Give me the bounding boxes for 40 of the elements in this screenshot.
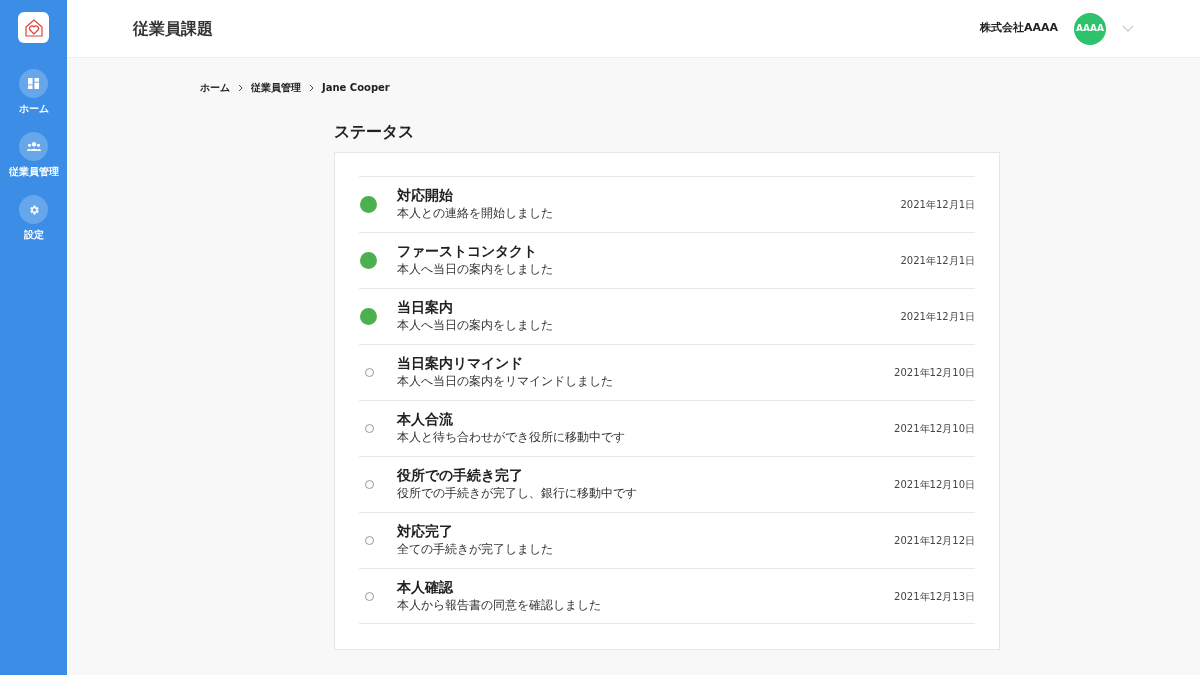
breadcrumb-current: Jane Cooper	[322, 81, 390, 95]
page-title: 従業員課題	[133, 17, 213, 40]
company-name: 株式会社AAAA	[979, 20, 1058, 37]
status-description: 本人へ当日の案内をしました	[397, 317, 553, 334]
status-date: 2021年12月1日	[900, 310, 975, 324]
status-date: 2021年12月10日	[894, 478, 975, 492]
status-description: 本人へ当日の案内をしました	[397, 261, 553, 278]
status-date: 2021年12月12日	[894, 534, 975, 548]
status-title: 当日案内リマインド	[397, 355, 524, 372]
status-description: 全ての手続きが完了しました	[397, 541, 553, 558]
breadcrumb-link[interactable]: ホーム	[200, 80, 230, 95]
sidebar-item[interactable]: 設定	[0, 195, 67, 242]
chevron-right-icon	[238, 83, 243, 92]
dashboard-icon	[28, 78, 39, 89]
status-title: ファーストコンタクト	[397, 243, 538, 260]
avatar[interactable]: AAAA	[1074, 12, 1106, 45]
status-title: 当日案内	[397, 299, 454, 316]
status-title: 本人確認	[397, 578, 454, 596]
section-title: ステータス	[334, 121, 415, 143]
status-date: 2021年12月10日	[894, 366, 975, 380]
status-title: 対応完了	[397, 523, 454, 540]
status-date: 2021年12月1日	[900, 198, 975, 212]
status-description: 役所での手続きが完了し、銀行に移動中です	[397, 485, 637, 502]
status-description: 本人と待ち合わせができ役所に移動中です	[397, 429, 625, 446]
status-description: 本人へ当日の案内をリマインドしました	[397, 373, 613, 390]
status-description: 本人との連絡を開始しました	[397, 205, 553, 222]
status-title: 対応開始	[397, 187, 454, 204]
people-icon	[26, 142, 41, 151]
sidebar-item[interactable]: 従業員管理	[0, 132, 67, 179]
status-date: 2021年12月13日	[894, 589, 975, 604]
status-title: 本人合流	[397, 411, 454, 428]
status-description: 本人から報告書の同意を確認しました	[397, 596, 601, 614]
sidebar-item[interactable]: ホーム	[0, 69, 67, 116]
status-date: 2021年12月10日	[894, 422, 975, 436]
chevron-right-icon	[309, 83, 314, 92]
status-date: 2021年12月1日	[900, 254, 975, 268]
settings-icon	[27, 203, 40, 216]
breadcrumb-link[interactable]: 従業員管理	[251, 80, 301, 95]
logo-icon[interactable]	[18, 12, 49, 43]
status-title: 役所での手続き完了	[397, 467, 524, 484]
